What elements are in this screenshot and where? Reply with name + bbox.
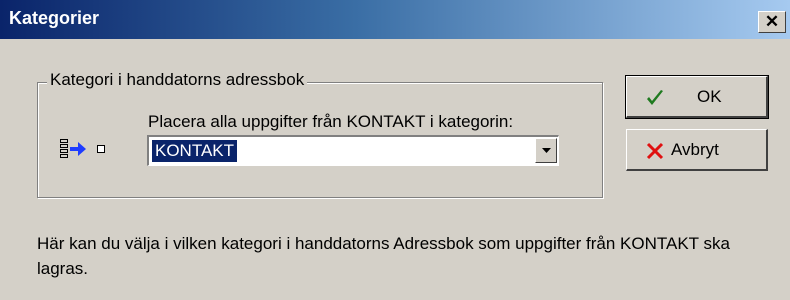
ok-button[interactable]: OK <box>625 75 769 119</box>
checkmark-icon <box>647 90 663 105</box>
ok-label: OK <box>697 87 722 106</box>
x-icon <box>646 142 664 160</box>
dropdown-button[interactable] <box>535 138 557 163</box>
instruction-label: Placera alla uppgifter från KONTAKT i ka… <box>148 112 514 131</box>
help-text: Här kan du välja i vilken kategori i han… <box>37 234 730 278</box>
category-select[interactable]: KONTAKT <box>147 135 559 166</box>
close-button[interactable]: ✕ <box>758 11 786 33</box>
title-bar: Kategorier <box>0 0 790 39</box>
chevron-down-icon <box>542 148 551 153</box>
list-to-category-icon <box>60 139 105 158</box>
cancel-button[interactable]: Avbryt <box>626 129 768 171</box>
window-title: Kategorier <box>9 8 100 28</box>
close-icon: ✕ <box>764 12 780 31</box>
category-select-value: KONTAKT <box>152 140 238 162</box>
group-legend: Kategori i handdatorns adressbok <box>47 70 308 90</box>
cancel-label: Avbryt <box>671 140 719 159</box>
